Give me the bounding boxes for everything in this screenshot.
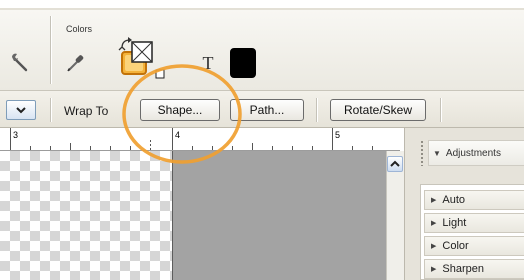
path-button[interactable]: Path... [230, 99, 304, 121]
ruler-label-5: 5 [335, 130, 340, 140]
toolbar-separator [316, 98, 317, 122]
palette-item-sharpen[interactable]: ▶ Sharpen [424, 259, 524, 279]
ruler-label-3: 3 [13, 130, 18, 140]
eyedropper-tool-button[interactable] [60, 48, 90, 78]
wrap-to-label: Wrap To [64, 104, 109, 118]
expand-arrow-icon: ▶ [431, 220, 437, 227]
palette-item-auto[interactable]: ▶ Auto [424, 190, 524, 210]
palette-item-light[interactable]: ▶ Light [424, 213, 524, 233]
colors-group-label: Colors [66, 24, 93, 34]
collapse-arrow-icon: ▼ [433, 148, 441, 158]
wrench-icon [12, 53, 28, 72]
canvas-edge [172, 151, 173, 280]
palette-item-label: Color [442, 240, 469, 252]
swap-colors-button[interactable] [112, 36, 170, 82]
rotate-skew-button[interactable]: Rotate/Skew [330, 99, 426, 121]
eyedropper-icon [67, 55, 84, 72]
palette-item-label: Auto [442, 194, 466, 206]
palette-grip[interactable] [420, 140, 424, 166]
wrap-dropdown-button[interactable] [6, 100, 36, 120]
ruler-label-4: 4 [175, 130, 180, 140]
scroll-up-button[interactable] [387, 156, 403, 172]
palette-header[interactable]: ▼ Adjustments [428, 140, 524, 166]
ruler-ticks: 3 4 5 [10, 128, 373, 150]
swap-colors-icon [118, 37, 165, 79]
palette-title: Adjustments [445, 147, 501, 159]
color-swatch-icon [230, 48, 256, 78]
text-tool-icon: T [202, 52, 214, 73]
palette-item-label: Sharpen [442, 263, 484, 275]
expand-arrow-icon: ▶ [431, 266, 437, 273]
toolbar-separator [440, 98, 441, 122]
transparent-canvas[interactable] [0, 151, 172, 280]
chevron-down-icon [16, 107, 26, 114]
foreground-color-swatch[interactable] [226, 45, 260, 81]
toolbar-separator [50, 16, 51, 84]
toolbar-separator [50, 98, 51, 122]
palette-item-label: Light [442, 217, 467, 229]
shape-button[interactable]: Shape... [140, 99, 220, 121]
palette-item-color[interactable]: ▶ Color [424, 236, 524, 256]
chevron-up-icon [390, 160, 400, 167]
text-tool-button[interactable]: T [196, 50, 220, 76]
expand-arrow-icon: ▶ [431, 197, 437, 204]
wrench-tool-button[interactable] [6, 48, 36, 78]
expand-arrow-icon: ▶ [431, 243, 437, 250]
